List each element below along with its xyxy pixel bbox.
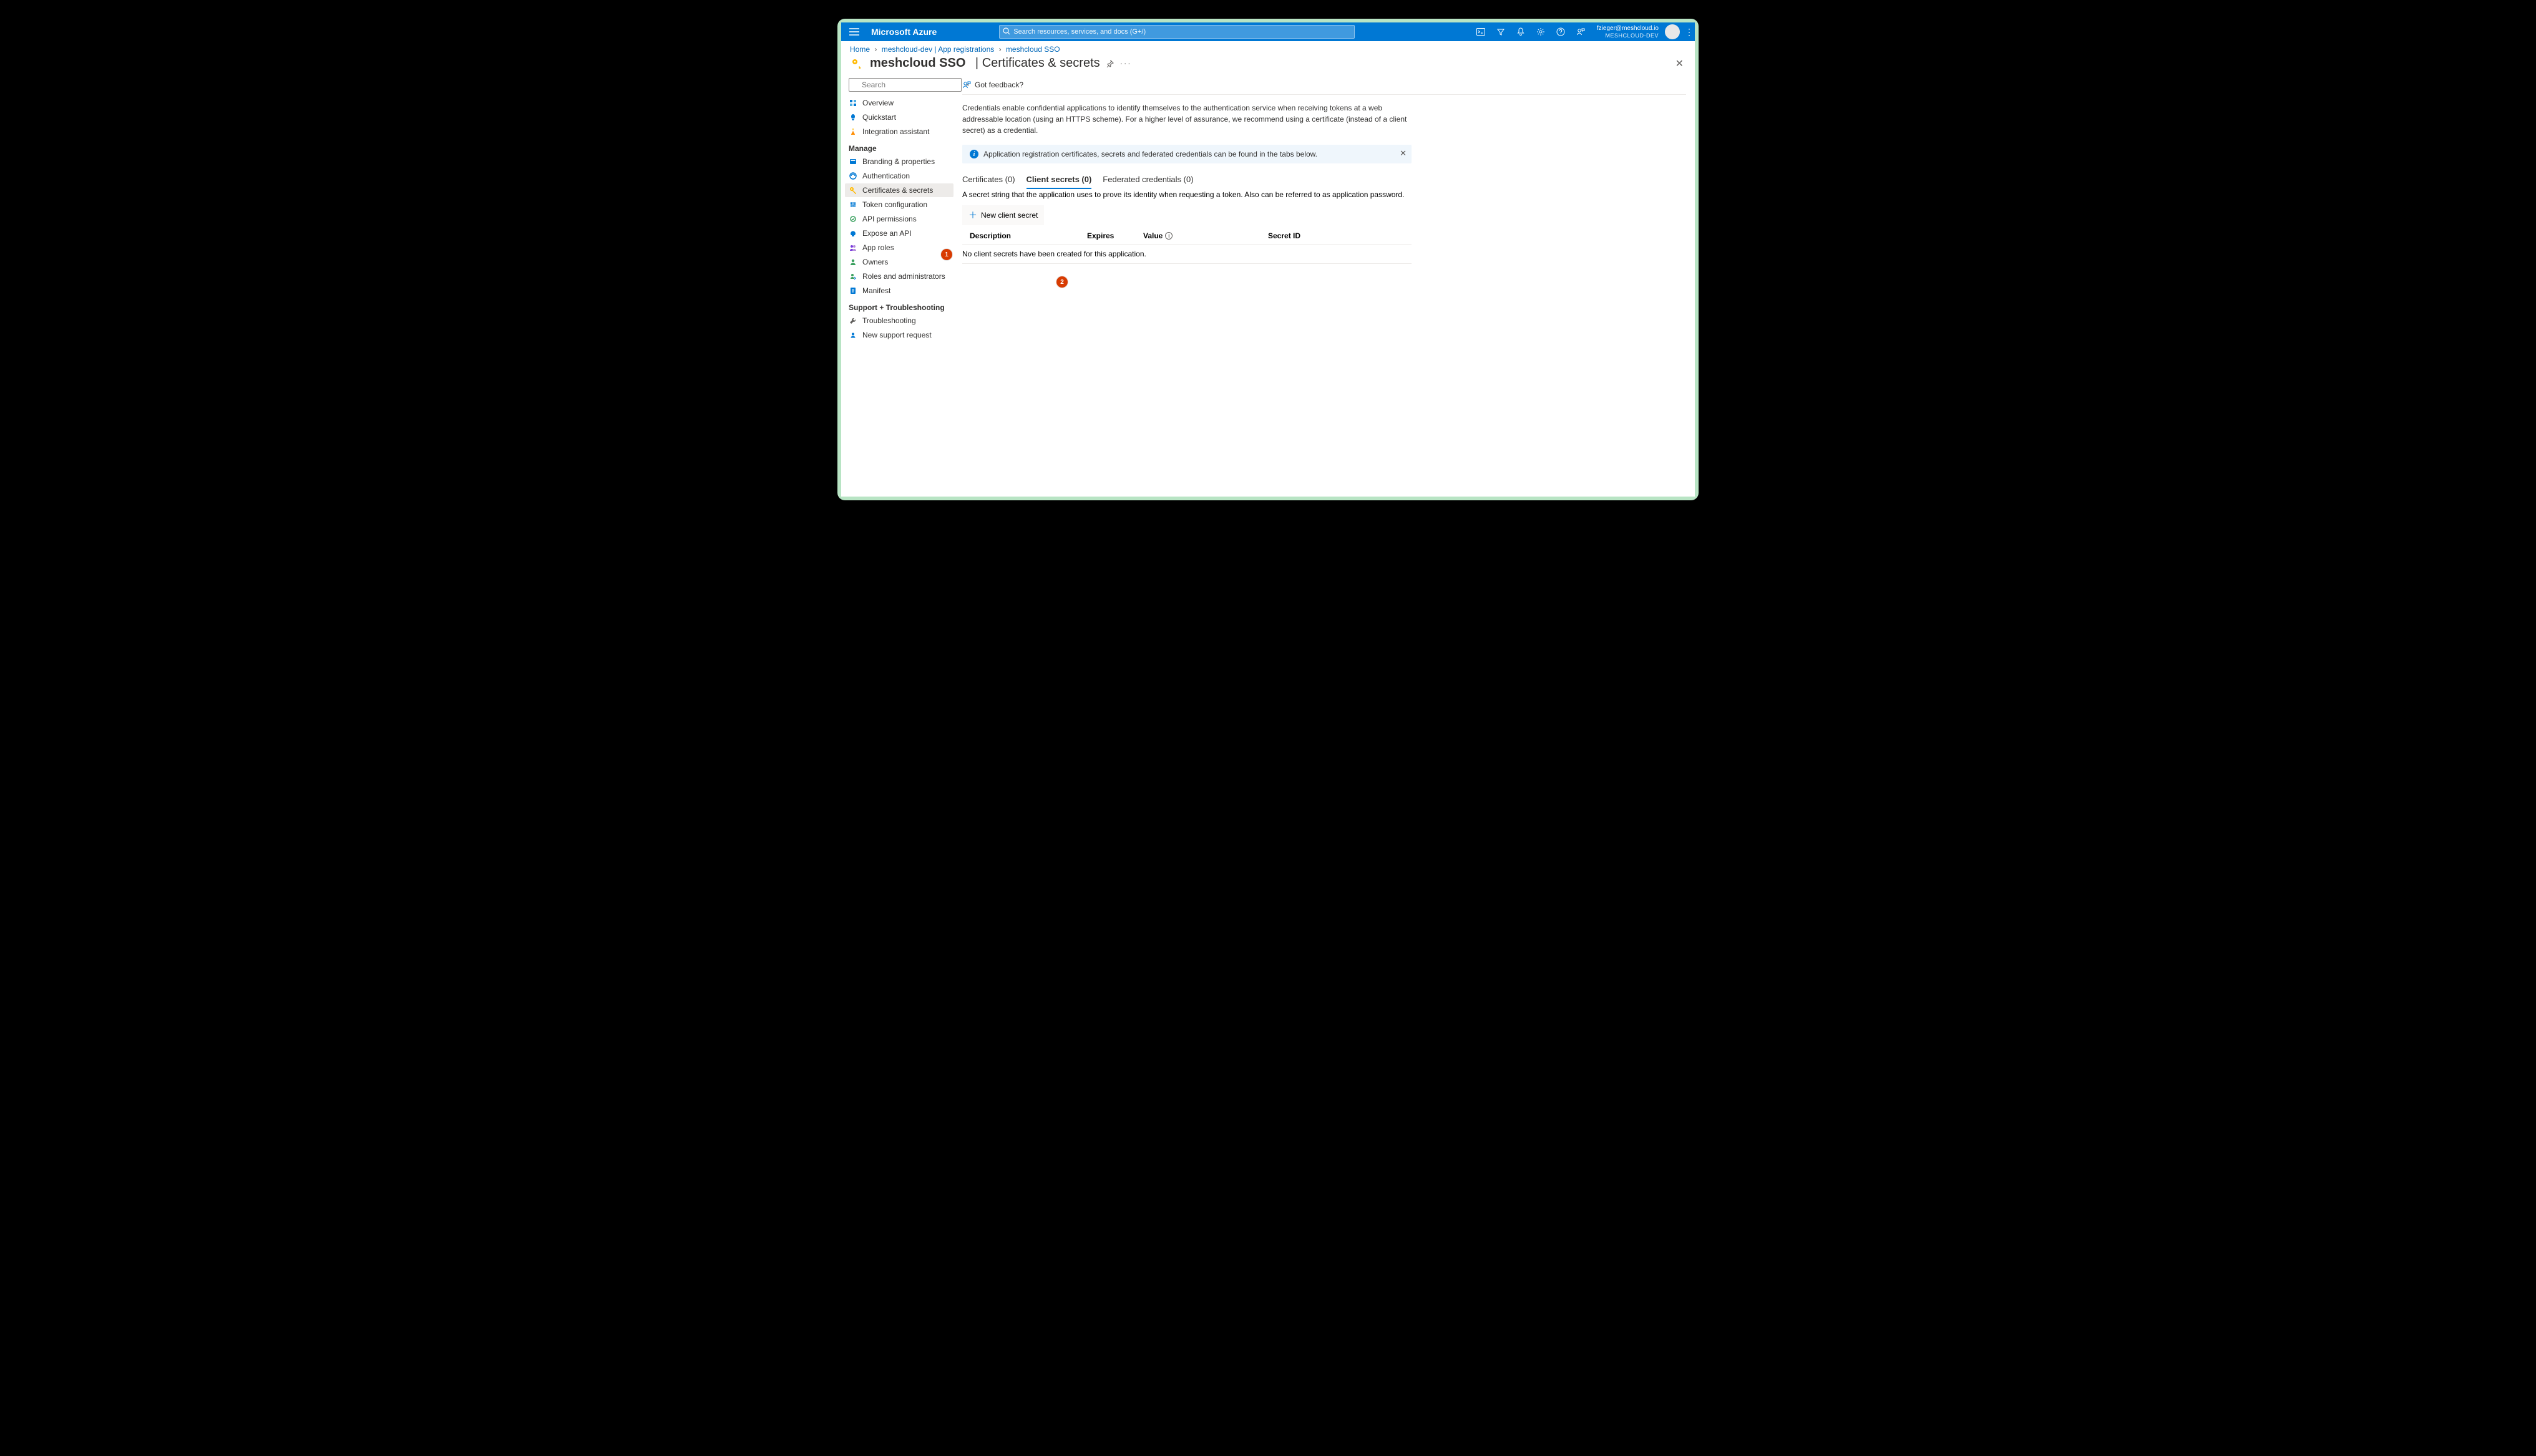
nav-overview[interactable]: Overview <box>845 96 953 110</box>
info-banner-text: Application registration certificates, s… <box>983 150 1317 158</box>
bell-icon <box>1517 27 1524 36</box>
nav-group-support: Support + Troubleshooting <box>845 298 953 313</box>
col-description: Description <box>962 231 1087 240</box>
nav-authentication[interactable]: Authentication <box>845 169 953 183</box>
annotation-badge-1: 1 <box>941 249 952 260</box>
tab-certificates[interactable]: Certificates (0) <box>962 172 1015 189</box>
filter-icon <box>1496 27 1505 36</box>
new-client-secret-label: New client secret <box>981 211 1038 220</box>
nav-branding[interactable]: Branding & properties <box>845 155 953 168</box>
integration-assistant-icon <box>849 127 857 136</box>
col-expires: Expires <box>1087 231 1143 240</box>
person-feedback-icon <box>962 80 971 89</box>
nav-certificates-secrets[interactable]: Certificates & secrets <box>845 183 953 197</box>
app-roles-icon <box>849 243 857 252</box>
tab-client-secrets[interactable]: Client secrets (0) <box>1027 172 1092 189</box>
nav-troubleshooting[interactable]: Troubleshooting <box>845 314 953 328</box>
breadcrumb: Home › meshcloud-dev | App registrations… <box>841 41 1695 55</box>
expose-api-icon <box>849 229 857 238</box>
help-button[interactable] <box>1551 22 1571 41</box>
feedback-button[interactable]: Got feedback? <box>962 74 1686 94</box>
account-tenant: MESHCLOUD-DEV <box>1605 32 1659 39</box>
nav-quickstart[interactable]: Quickstart <box>845 110 953 124</box>
page-title: meshcloud SSO <box>870 56 965 70</box>
search-icon <box>1003 27 1010 35</box>
api-permissions-icon <box>849 215 857 223</box>
nav-expose-api[interactable]: Expose an API <box>845 226 953 240</box>
directories-button[interactable] <box>1491 22 1511 41</box>
feedback-button[interactable] <box>1571 22 1591 41</box>
cloud-shell-button[interactable] <box>1471 22 1491 41</box>
tab-description: A secret string that the application use… <box>962 190 1686 199</box>
nav-manifest[interactable]: Manifest <box>845 284 953 298</box>
tab-federated-credentials[interactable]: Federated credentials (0) <box>1103 172 1193 189</box>
nav-api-permissions[interactable]: API permissions <box>845 212 953 226</box>
title-more-button[interactable]: ··· <box>1120 59 1132 68</box>
crumb-home[interactable]: Home <box>850 45 870 54</box>
owners-icon <box>849 258 857 266</box>
col-value: Value <box>1143 231 1163 240</box>
sidebar: « Overview Quickstart Integration assist… <box>841 74 953 497</box>
nav-token-configuration[interactable]: Token configuration <box>845 198 953 211</box>
nav-app-roles[interactable]: App roles <box>845 241 953 255</box>
account-info[interactable]: fzieger@meshcloud.io MESHCLOUD-DEV <box>1591 25 1661 39</box>
page-description: Credentials enable confidential applicat… <box>962 102 1412 136</box>
account-email: fzieger@meshcloud.io <box>1597 25 1659 32</box>
support-request-icon <box>849 331 857 339</box>
banner-close-button[interactable]: ✕ <box>1400 148 1407 158</box>
plus-icon: ＋ <box>968 209 977 221</box>
quickstart-icon <box>849 113 857 122</box>
nav-group-manage: Manage <box>845 139 953 154</box>
info-banner: i Application registration certificates,… <box>962 145 1412 163</box>
menu-toggle-button[interactable] <box>841 22 867 41</box>
info-icon[interactable]: i <box>1165 232 1173 240</box>
close-blade-button[interactable]: ✕ <box>1675 57 1684 70</box>
crumb-current[interactable]: meshcloud SSO <box>1006 45 1060 54</box>
new-client-secret-button[interactable]: ＋ New client secret <box>962 205 1044 225</box>
settings-button[interactable] <box>1531 22 1551 41</box>
overview-icon <box>849 99 857 107</box>
app-key-icon <box>850 57 864 70</box>
global-header: Microsoft Azure fzieger@meshcloud.io MES… <box>841 22 1695 41</box>
avatar[interactable] <box>1665 24 1680 39</box>
person-feedback-icon <box>1576 27 1585 36</box>
roles-admins-icon <box>849 272 857 281</box>
branding-icon <box>849 157 857 166</box>
secrets-tabs: Certificates (0) Client secrets (0) Fede… <box>962 172 1686 189</box>
brand-label: Microsoft Azure <box>871 27 937 37</box>
info-icon: i <box>970 150 978 158</box>
help-icon <box>1556 27 1565 36</box>
manifest-icon <box>849 286 857 295</box>
nav-new-support-request[interactable]: New support request <box>845 328 953 342</box>
token-config-icon <box>849 200 857 209</box>
secrets-table-header: Description Expires Valuei Secret ID <box>962 228 1412 244</box>
global-search-wrap <box>999 25 1355 39</box>
page-subtitle: Certificates & secrets <box>982 56 1100 70</box>
crumb-app-registrations[interactable]: meshcloud-dev | App registrations <box>882 45 995 54</box>
pin-button[interactable] <box>1106 60 1114 67</box>
hamburger-icon <box>849 28 859 36</box>
header-more-button[interactable]: ⋮ <box>1684 27 1695 37</box>
header-icon-bar <box>1471 22 1591 41</box>
page-title-row: meshcloud SSO | Certificates & secrets ·… <box>841 55 1695 74</box>
global-search-input[interactable] <box>999 25 1355 39</box>
annotation-badge-2: 2 <box>1056 276 1068 288</box>
sidebar-search-input[interactable] <box>849 78 962 92</box>
pin-icon <box>1106 60 1114 67</box>
feedback-label: Got feedback? <box>975 80 1023 89</box>
nav-owners[interactable]: Owners <box>845 255 953 269</box>
certificates-icon <box>849 186 857 195</box>
col-secret-id: Secret ID <box>1268 231 1412 240</box>
nav-roles-admins[interactable]: Roles and administrators <box>845 269 953 283</box>
cloud-shell-icon <box>1476 28 1485 36</box>
nav-integration-assistant[interactable]: Integration assistant <box>845 125 953 138</box>
authentication-icon <box>849 172 857 180</box>
empty-state-text: No client secrets have been created for … <box>962 245 1686 263</box>
gear-icon <box>1536 27 1545 36</box>
notifications-button[interactable] <box>1511 22 1531 41</box>
troubleshooting-icon <box>849 316 857 325</box>
